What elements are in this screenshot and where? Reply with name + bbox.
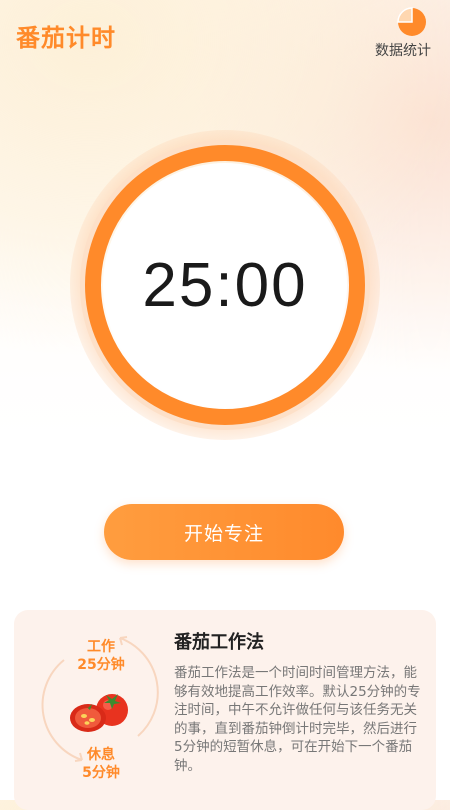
rest-minutes: 5分钟 xyxy=(82,765,120,781)
app-title: 番茄计时 xyxy=(16,24,116,52)
card-title: 番茄工作法 xyxy=(174,632,264,653)
pomodoro-info-card: 工作 25分钟 休息 5分钟 番茄工作法 番茄工作法是一个时间时间管理方法，能够… xyxy=(14,610,436,810)
stats-label: 数据统计 xyxy=(375,43,431,59)
rest-label: 休息 xyxy=(87,747,115,763)
work-label: 工作 xyxy=(87,639,115,655)
tomato-icon xyxy=(70,694,128,732)
card-description: 番茄工作法是一个时间时间管理方法，能够有效地提高工作效率。默认25分钟的专注时间… xyxy=(174,665,421,774)
start-focus-button[interactable]: 开始专注 xyxy=(104,504,344,560)
work-duration-label: 工作 25分钟 xyxy=(61,638,141,674)
work-minutes: 25分钟 xyxy=(77,657,125,673)
stats-button[interactable]: 数据统计 xyxy=(368,6,438,62)
timer: 25:00 xyxy=(70,130,380,440)
pomodoro-cycle: 工作 25分钟 休息 5分钟 xyxy=(36,624,166,781)
rest-duration-label: 休息 5分钟 xyxy=(61,746,141,782)
pie-chart-icon xyxy=(397,7,426,36)
timer-display: 25:00 xyxy=(142,250,308,320)
